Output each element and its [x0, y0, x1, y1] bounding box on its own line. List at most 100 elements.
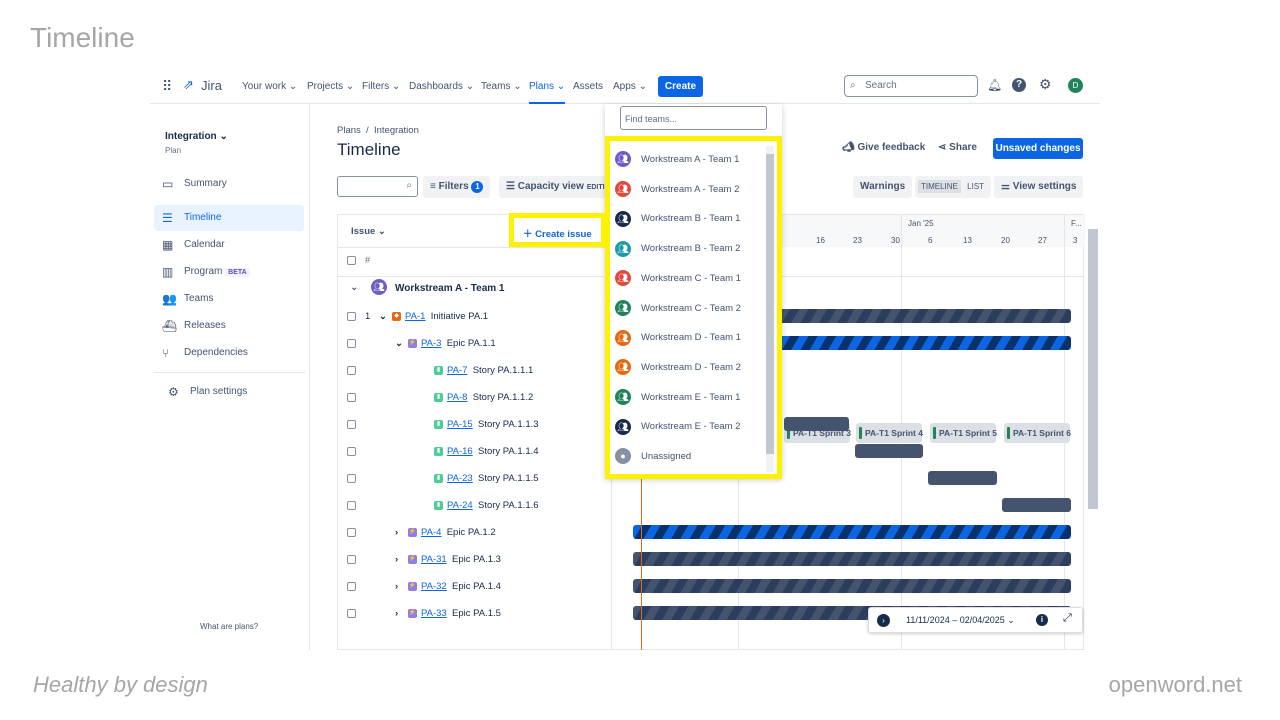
avatar[interactable]: D	[1068, 78, 1083, 93]
table-row[interactable]: › ⚡ PA-33 Epic PA.1.5	[338, 600, 612, 627]
sidebar-item-summary[interactable]: ▭ Summary	[154, 171, 304, 197]
row-checkbox[interactable]	[347, 474, 356, 483]
issue-header[interactable]: Issue ⌄	[351, 226, 386, 237]
table-row[interactable]: ▮ PA-8 Story PA.1.1.2	[338, 384, 612, 411]
search-input[interactable]: Search	[844, 75, 978, 97]
sidebar-item-dependencies[interactable]: ⑂ Dependencies	[154, 340, 304, 366]
capacity-view-button[interactable]: ☰ Capacity view EDITI	[499, 176, 607, 198]
sidebar-item-timeline[interactable]: ☰ Timeline	[154, 205, 304, 231]
unsaved-changes-button[interactable]: Unsaved changes	[993, 138, 1083, 159]
sprint-label[interactable]: PA-T1 Sprint 4	[856, 423, 923, 443]
sidebar-item-program[interactable]: ▥ Program BETA	[154, 259, 304, 285]
timeline-bar[interactable]	[633, 579, 1071, 593]
select-all-checkbox[interactable]	[347, 256, 356, 265]
nav-item[interactable]: Teams ⌄	[481, 81, 522, 92]
view-settings-button[interactable]: ⚌ View settings	[994, 176, 1084, 198]
issue-key-link[interactable]: PA-4	[421, 527, 441, 538]
nav-item[interactable]: Apps ⌄	[613, 81, 647, 92]
row-checkbox[interactable]	[347, 339, 356, 348]
expand-toggle-icon[interactable]: ›	[395, 519, 398, 546]
row-checkbox[interactable]	[347, 447, 356, 456]
jira-logo-icon[interactable]: ⇗	[183, 77, 194, 93]
expand-toggle-icon[interactable]: ›	[395, 546, 398, 573]
list-toggle[interactable]: LIST	[963, 180, 988, 193]
nav-item[interactable]: Projects ⌄	[307, 81, 354, 92]
row-checkbox[interactable]	[347, 420, 356, 429]
timeline-bar[interactable]	[855, 444, 923, 458]
sidebar-item-plan-settings[interactable]: ⚙ Plan settings	[154, 379, 304, 405]
issue-key-link[interactable]: PA-1	[405, 311, 425, 322]
app-switcher-icon[interactable]: ⠿	[162, 78, 172, 95]
settings-icon[interactable]: ⚙	[1039, 76, 1052, 93]
table-row[interactable]: 1 ⌄ ◆ PA-1 Initiative PA.1	[338, 303, 612, 330]
table-row[interactable]: ▮ PA-23 Story PA.1.1.5	[338, 465, 612, 492]
help-icon[interactable]: ?	[1012, 78, 1026, 92]
breadcrumb-plans[interactable]: Plans	[337, 125, 361, 136]
expand-toggle-icon[interactable]: ⌄	[395, 330, 403, 357]
timeline-bar[interactable]	[633, 525, 1071, 539]
plan-switcher[interactable]: Integration ⌄	[165, 131, 228, 142]
issue-key-link[interactable]: PA-23	[447, 473, 473, 484]
issue-key-link[interactable]: PA-33	[421, 608, 447, 619]
share-button[interactable]: ⋖ Share	[938, 142, 977, 153]
table-row[interactable]: › ⚡ PA-32 Epic PA.1.4	[338, 573, 612, 600]
table-row[interactable]: ▮ PA-16 Story PA.1.1.4	[338, 438, 612, 465]
breadcrumb-integration[interactable]: Integration	[374, 125, 419, 136]
date-range-dropdown[interactable]: 11/11/2024 – 02/04/2025 ⌄	[906, 615, 1015, 626]
issue-key-link[interactable]: PA-24	[447, 500, 473, 511]
row-checkbox[interactable]	[347, 609, 356, 618]
table-row[interactable]: ⌄ ⚡ PA-3 Epic PA.1.1	[338, 330, 612, 357]
row-checkbox[interactable]	[347, 582, 356, 591]
give-feedback-button[interactable]: 📣︎ Give feedback	[842, 142, 925, 153]
scroll-right-icon[interactable]: ›	[877, 614, 890, 627]
expand-toggle-icon[interactable]: ›	[395, 600, 398, 627]
issue-search-input[interactable]: ⌕	[337, 176, 418, 197]
sprint-label[interactable]: PA-T1 Sprint 5	[930, 423, 997, 443]
jira-logo[interactable]: Jira	[201, 78, 222, 93]
timeline-toggle[interactable]: TIMELINE	[918, 180, 961, 193]
notifications-icon[interactable]: 🔔︎	[987, 78, 1002, 92]
row-checkbox[interactable]	[347, 528, 356, 537]
sidebar-item-calendar[interactable]: ▦ Calendar	[154, 232, 304, 258]
sidebar-item-releases[interactable]: ⛴ Releases	[154, 313, 304, 339]
row-checkbox[interactable]	[347, 312, 356, 321]
row-checkbox[interactable]	[347, 393, 356, 402]
table-row[interactable]: ▮ PA-7 Story PA.1.1.1	[338, 357, 612, 384]
nav-item[interactable]: Dashboards ⌄	[409, 81, 474, 92]
issue-key-link[interactable]: PA-3	[421, 338, 441, 349]
timeline-bar[interactable]	[784, 417, 849, 431]
row-checkbox[interactable]	[347, 555, 356, 564]
row-checkbox[interactable]	[347, 366, 356, 375]
filters-button[interactable]: ≡ Filters 1	[423, 176, 491, 198]
issue-key-link[interactable]: PA-8	[447, 392, 467, 403]
expand-toggle-icon[interactable]: ›	[395, 573, 398, 600]
issue-key-link[interactable]: PA-32	[421, 581, 447, 592]
table-row[interactable]: ▮ PA-15 Story PA.1.1.3	[338, 411, 612, 438]
timeline-bar[interactable]	[928, 471, 997, 485]
issue-key-link[interactable]: PA-31	[421, 554, 447, 565]
sprint-label[interactable]: PA-T1 Sprint 6	[1004, 423, 1071, 443]
find-teams-input[interactable]: Find teams...	[620, 106, 767, 130]
warnings-button[interactable]: Warnings	[853, 176, 913, 198]
table-row[interactable]: › ⚡ PA-4 Epic PA.1.2	[338, 519, 612, 546]
timeline-bar[interactable]	[1002, 498, 1071, 512]
table-row[interactable]: ▮ PA-24 Story PA.1.1.6	[338, 492, 612, 519]
issue-key-link[interactable]: PA-15	[447, 419, 473, 430]
sidebar-item-teams[interactable]: 👥 Teams	[154, 286, 304, 312]
issue-key-link[interactable]: PA-7	[447, 365, 467, 376]
table-row[interactable]: › ⚡ PA-31 Epic PA.1.3	[338, 546, 612, 573]
what-are-plans-link[interactable]: What are plans?	[200, 622, 258, 631]
vertical-scrollbar[interactable]	[1088, 229, 1098, 509]
row-checkbox[interactable]	[347, 501, 356, 510]
collapse-group-icon[interactable]: ⌄	[350, 282, 358, 293]
nav-item[interactable]: Assets	[573, 81, 603, 92]
nav-item[interactable]: Filters ⌄	[362, 81, 400, 92]
nav-item[interactable]: Your work ⌄	[242, 81, 297, 92]
expand-toggle-icon[interactable]: ⌄	[379, 303, 387, 330]
nav-item[interactable]: Plans ⌄	[529, 81, 566, 104]
timeline-bar[interactable]	[633, 552, 1071, 566]
create-button[interactable]: Create	[658, 76, 703, 97]
issue-key-link[interactable]: PA-16	[447, 446, 473, 457]
expand-icon[interactable]: ⤢	[1063, 612, 1072, 625]
info-icon[interactable]: i	[1036, 614, 1048, 626]
